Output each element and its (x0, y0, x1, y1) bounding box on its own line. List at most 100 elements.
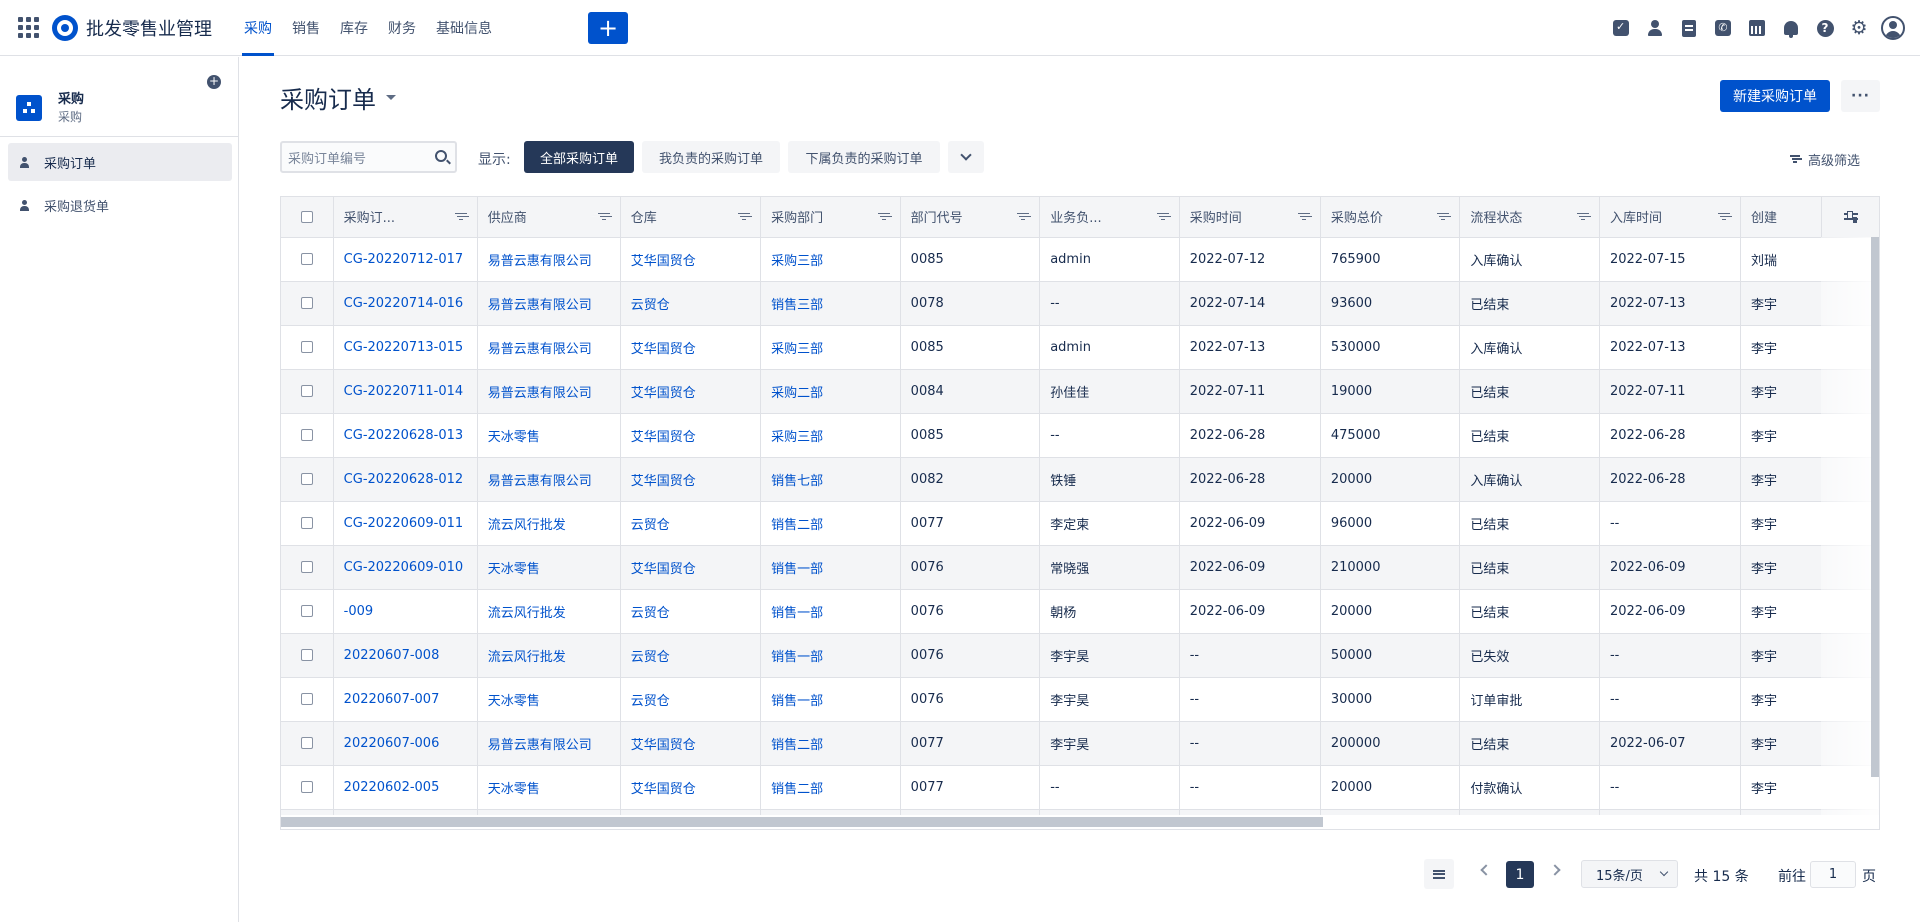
cell-supplier[interactable]: 易普云惠有限公司 (477, 369, 621, 414)
column-header-owner[interactable]: 业务负... (1039, 197, 1180, 238)
cell-supplier[interactable]: 天冰零售 (477, 677, 621, 722)
cell-supplier[interactable]: 易普云惠有限公司 (477, 721, 621, 766)
row-checkbox[interactable] (281, 281, 334, 326)
row-checkbox[interactable] (281, 325, 334, 370)
cell-supplier[interactable]: 易普云惠有限公司 (477, 325, 621, 370)
column-header-status[interactable]: 流程状态 (1459, 197, 1600, 238)
list-view-icon[interactable] (1424, 859, 1454, 889)
cell-supplier[interactable]: 易普云惠有限公司 (477, 281, 621, 326)
row-checkbox[interactable] (281, 765, 334, 810)
row-checkbox[interactable] (281, 501, 334, 546)
cell-department[interactable]: 销售一部 (760, 633, 901, 678)
cell-order-no[interactable]: 20220602-005 (333, 765, 478, 810)
nav-inventory[interactable]: 库存 (330, 0, 378, 56)
cell-department[interactable]: 销售七部 (760, 457, 901, 502)
create-button[interactable]: + (588, 11, 628, 44)
table-row[interactable]: CG-20220609-011 流云风行批发 云贸仓 销售二部 0077 李定柬 2022-… (281, 501, 1879, 546)
cell-department[interactable]: 采购三部 (760, 237, 901, 282)
column-filter-icon[interactable] (454, 213, 467, 221)
help-icon[interactable]: ? (1808, 11, 1842, 45)
cell-supplier[interactable]: 天冰零售 (477, 765, 621, 810)
cell-order-no[interactable]: 20220607-007 (333, 677, 478, 722)
column-settings-icon[interactable] (1821, 197, 1879, 237)
row-checkbox[interactable] (281, 633, 334, 678)
cell-order-no[interactable]: -009 (333, 589, 478, 634)
cell-warehouse[interactable]: 艾华国贸仓 (620, 457, 762, 502)
chevron-right-icon[interactable] (1549, 864, 1561, 876)
nav-sales[interactable]: 销售 (282, 0, 330, 56)
table-row[interactable]: 20220607-007 天冰零售 云贸仓 销售一部 0076 李宇昊 -- 30000 订单审… (281, 677, 1879, 722)
row-checkbox[interactable] (281, 237, 334, 282)
row-checkbox[interactable] (281, 545, 334, 590)
filter-all-orders[interactable]: 全部采购订单 (524, 141, 634, 173)
cell-warehouse[interactable]: 云贸仓 (620, 281, 762, 326)
cell-order-no[interactable]: CG-20220711-014 (333, 369, 478, 414)
table-row[interactable]: CG-20220628-012 易普云惠有限公司 艾华国贸仓 销售七部 0082 铁锤 20… (281, 457, 1879, 502)
cell-order-no[interactable]: CG-20220712-017 (333, 237, 478, 282)
nav-purchase[interactable]: 采购 (234, 0, 282, 56)
row-checkbox[interactable] (281, 369, 334, 414)
column-header-order-no[interactable]: 采购订... (333, 197, 478, 238)
cell-department[interactable]: 销售一部 (760, 545, 901, 590)
cell-supplier[interactable]: 流云风行批发 (477, 633, 621, 678)
select-all-checkbox[interactable] (281, 197, 334, 238)
table-row[interactable]: CG-20220713-015 易普云惠有限公司 艾华国贸仓 采购三部 0085 admi… (281, 325, 1879, 370)
cell-supplier[interactable]: 天冰零售 (477, 545, 621, 590)
chevron-left-icon[interactable] (1480, 864, 1492, 876)
cell-supplier[interactable]: 易普云惠有限公司 (477, 237, 621, 282)
cell-order-no[interactable]: CG-20220609-010 (333, 545, 478, 590)
column-header-purchase-date[interactable]: 采购时间 (1179, 197, 1321, 238)
cell-order-no[interactable]: CG-20220714-016 (333, 281, 478, 326)
cell-order-no[interactable]: CG-20220609-011 (333, 501, 478, 546)
user-avatar-icon[interactable] (1876, 11, 1910, 45)
nav-basic-info[interactable]: 基础信息 (426, 0, 502, 56)
table-row[interactable]: CG-20220609-010 天冰零售 艾华国贸仓 销售一部 0076 常晓强 2022-… (281, 545, 1879, 590)
cell-warehouse[interactable]: 艾华国贸仓 (620, 413, 762, 458)
cell-supplier[interactable]: 流云风行批发 (477, 501, 621, 546)
column-filter-icon[interactable] (1576, 213, 1589, 221)
cell-department[interactable]: 采购三部 (760, 325, 901, 370)
cell-department[interactable]: 采购二部 (760, 369, 901, 414)
phone-icon[interactable]: ✆ (1706, 11, 1740, 45)
column-filter-icon[interactable] (1297, 213, 1310, 221)
cell-warehouse[interactable]: 云贸仓 (620, 633, 762, 678)
table-row[interactable]: CG-20220714-016 易普云惠有限公司 云贸仓 销售三部 0078 -- 2022… (281, 281, 1879, 326)
filter-more-dropdown[interactable] (948, 141, 984, 173)
column-header-dept-code[interactable]: 部门代号 (900, 197, 1041, 238)
more-actions-button[interactable]: ··· (1841, 80, 1880, 112)
sidebar-item-purchase-returns[interactable]: 采购退货单 (8, 186, 232, 224)
nav-finance[interactable]: 财务 (378, 0, 426, 56)
app-switcher-icon[interactable] (14, 14, 42, 42)
column-filter-icon[interactable] (877, 213, 890, 221)
column-filter-icon[interactable] (1718, 213, 1731, 221)
cell-warehouse[interactable]: 艾华国贸仓 (620, 765, 762, 810)
cell-order-no[interactable]: CG-20220628-012 (333, 457, 478, 502)
row-checkbox[interactable] (281, 457, 334, 502)
cell-warehouse[interactable]: 云贸仓 (620, 677, 762, 722)
table-row[interactable]: 20220607-008 流云风行批发 云贸仓 销售一部 0076 李宇昊 -- 50000 已… (281, 633, 1879, 678)
cell-supplier[interactable]: 天冰零售 (477, 413, 621, 458)
column-filter-icon[interactable] (738, 213, 751, 221)
table-row[interactable]: CG-20220712-017 易普云惠有限公司 艾华国贸仓 采购三部 0085 admi… (281, 237, 1879, 282)
advanced-filter-button[interactable]: 高级筛选 (1790, 150, 1860, 169)
cell-supplier[interactable]: 流云风行批发 (477, 589, 621, 634)
horizontal-scrollbar-track[interactable] (281, 815, 1879, 829)
column-filter-icon[interactable] (1017, 213, 1030, 221)
cell-supplier[interactable]: 易普云惠有限公司 (477, 457, 621, 502)
goto-page-input[interactable] (1810, 861, 1856, 888)
add-circle-icon[interactable]: + (207, 75, 221, 89)
page-size-select[interactable]: 15条/页 (1581, 860, 1678, 888)
bell-icon[interactable] (1774, 11, 1808, 45)
table-row[interactable]: CG-20220711-014 易普云惠有限公司 艾华国贸仓 采购二部 0084 孙佳佳 2… (281, 369, 1879, 414)
cell-warehouse[interactable]: 艾华国贸仓 (620, 325, 762, 370)
column-header-supplier[interactable]: 供应商 (477, 197, 621, 238)
cell-warehouse[interactable]: 云贸仓 (620, 501, 762, 546)
cell-department[interactable]: 销售二部 (760, 721, 901, 766)
cell-warehouse[interactable]: 云贸仓 (620, 589, 762, 634)
row-checkbox[interactable] (281, 721, 334, 766)
column-filter-icon[interactable] (1437, 213, 1450, 221)
vertical-scrollbar[interactable] (1871, 237, 1879, 777)
contacts-icon[interactable] (1638, 11, 1672, 45)
cell-order-no[interactable]: 20220607-008 (333, 633, 478, 678)
cell-order-no[interactable]: CG-20220628-013 (333, 413, 478, 458)
